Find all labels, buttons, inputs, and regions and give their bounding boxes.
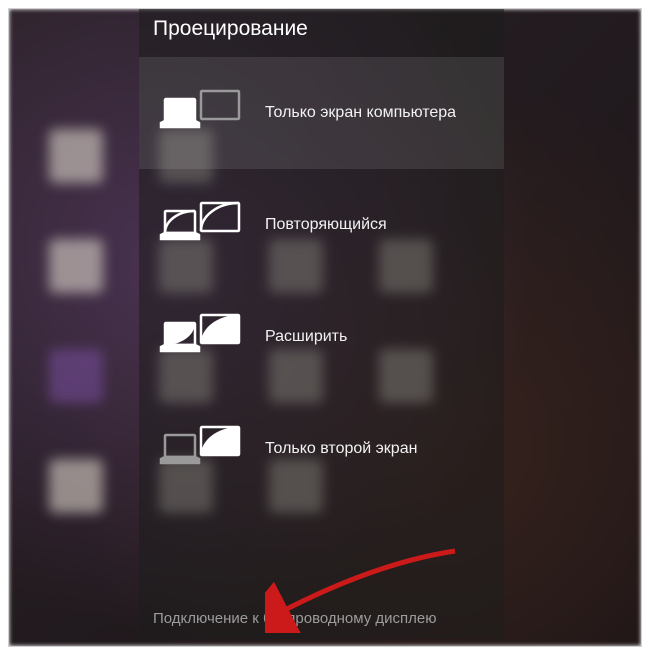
option-label: Повторяющийся — [265, 216, 387, 234]
option-label: Только экран компьютера — [265, 104, 456, 122]
option-second-screen-only[interactable]: Только второй экран — [139, 393, 504, 505]
projection-options-list: Только экран компьютера — [139, 57, 504, 639]
project-panel: Проецирование — [139, 9, 504, 639]
pc-screen-only-icon — [157, 87, 243, 139]
option-label: Только второй экран — [265, 440, 417, 458]
extend-icon — [157, 311, 243, 363]
option-duplicate[interactable]: Повторяющийся — [139, 169, 504, 281]
option-label: Расширить — [265, 328, 347, 346]
option-pc-screen-only[interactable]: Только экран компьютера — [139, 57, 504, 169]
connect-wireless-display-link[interactable]: Подключение к беспроводному дисплею — [139, 604, 504, 633]
panel-title: Проецирование — [139, 9, 504, 57]
option-extend[interactable]: Расширить — [139, 281, 504, 393]
second-screen-only-icon — [157, 423, 243, 475]
screenshot-frame: Проецирование — [8, 8, 642, 647]
duplicate-icon — [157, 199, 243, 251]
